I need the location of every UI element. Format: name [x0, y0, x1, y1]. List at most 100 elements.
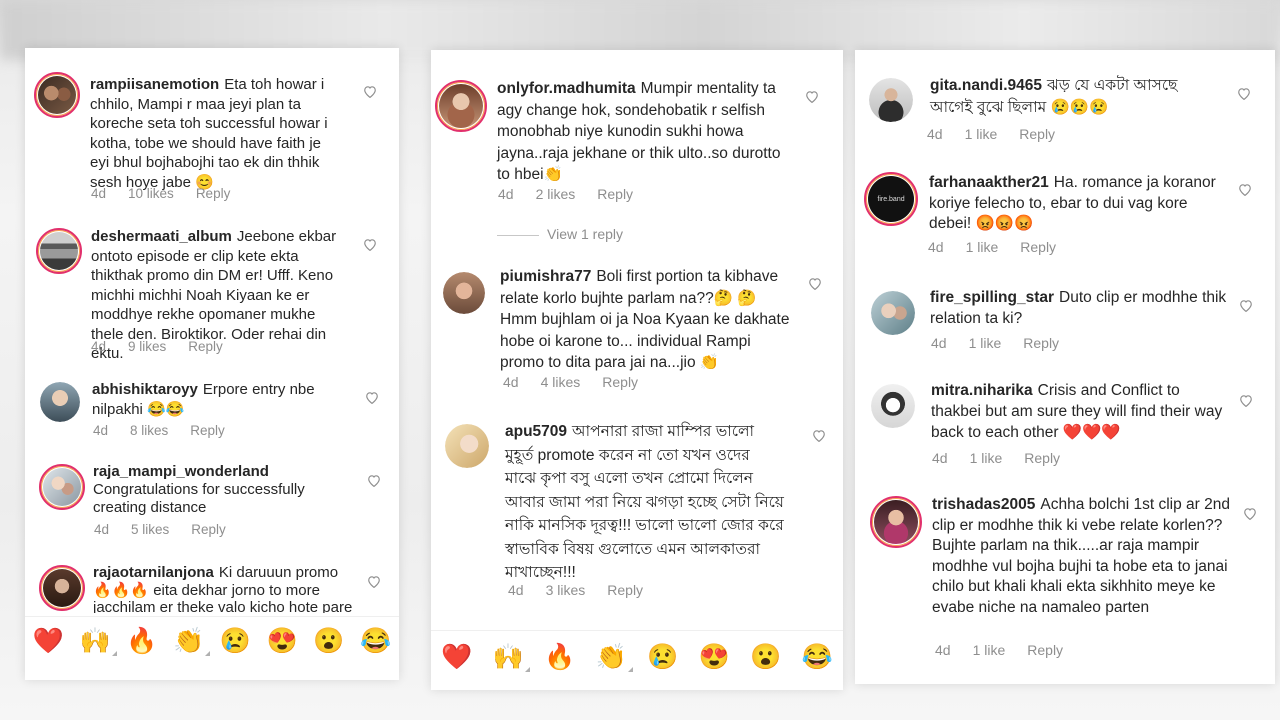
comment-text: Achha bolchi 1st clip ar 2nd clip er mod… — [932, 496, 1230, 616]
avatar[interactable] — [39, 464, 85, 510]
comment-username[interactable]: fire_spilling_star — [930, 289, 1054, 306]
comment-likes[interactable]: 1 like — [965, 126, 998, 142]
avatar[interactable] — [40, 382, 80, 422]
like-heart-icon[interactable] — [1239, 299, 1253, 312]
like-heart-icon[interactable] — [363, 238, 377, 251]
comment-item: fire_spilling_star Duto clip er modhhe th… — [855, 287, 1275, 357]
reply-button[interactable]: Reply — [1020, 239, 1056, 255]
comment-username[interactable]: piumishra77 — [500, 268, 591, 285]
comment-likes[interactable]: 1 like — [969, 335, 1002, 351]
comment-text-block: abhishiktaroyy Erpore entry nbe nilpakhi … — [92, 380, 356, 419]
crying-emoji-button[interactable]: 😢 — [647, 642, 678, 672]
comment-username[interactable]: onlyfor.madhumita — [497, 80, 636, 97]
heart-eyes-emoji-button[interactable]: 😍 — [267, 626, 298, 656]
comment-likes[interactable]: 1 like — [973, 642, 1006, 658]
like-heart-icon[interactable] — [805, 90, 819, 103]
like-heart-icon[interactable] — [367, 474, 381, 487]
comment-text-block: rajaotarnilanjona Ki daruuun promo 🔥🔥🔥 ei… — [93, 564, 355, 613]
heart-emoji-button[interactable]: ❤️ — [33, 626, 64, 656]
like-heart-icon[interactable] — [1243, 507, 1257, 520]
like-heart-icon[interactable] — [812, 429, 826, 442]
comment-time: 4d — [503, 374, 519, 390]
comment-time: 4d — [931, 335, 947, 351]
fire-emoji-button[interactable]: 🔥 — [126, 626, 157, 656]
comment-time: 4d — [94, 522, 110, 537]
like-heart-icon[interactable] — [1237, 87, 1251, 100]
comment-likes[interactable]: 2 likes — [536, 186, 576, 202]
reply-button[interactable]: Reply — [1023, 335, 1059, 351]
reply-button[interactable]: Reply — [597, 186, 633, 202]
comment-username[interactable]: deshermaati_album — [91, 228, 232, 245]
reply-button[interactable]: Reply — [196, 186, 231, 201]
like-heart-icon[interactable] — [367, 575, 381, 588]
avatar[interactable] — [869, 78, 913, 122]
reply-button[interactable]: Reply — [190, 423, 225, 438]
comment-time: 4d — [498, 186, 514, 202]
comment-username[interactable]: mitra.niharika — [931, 382, 1033, 399]
surprised-emoji-button[interactable]: 😮 — [313, 626, 344, 656]
surprised-emoji-button[interactable]: 😮 — [750, 642, 781, 672]
crying-emoji-button[interactable]: 😢 — [220, 626, 251, 656]
comment-username[interactable]: apu5709 — [505, 423, 567, 440]
fire-emoji-button[interactable]: 🔥 — [544, 642, 575, 672]
comment-username[interactable]: abhishiktaroyy — [92, 381, 198, 398]
avatar-badge-text: fire.band — [877, 195, 905, 203]
reply-button[interactable]: Reply — [607, 582, 643, 598]
heart-emoji-button[interactable]: ❤️ — [441, 642, 472, 672]
comment-likes[interactable]: 8 likes — [130, 423, 168, 438]
avatar[interactable] — [443, 272, 485, 314]
raised-hands-emoji-button[interactable]: 🙌 — [80, 626, 117, 656]
avatar[interactable] — [870, 496, 922, 548]
raised-hands-emoji-button[interactable]: 🙌 — [493, 642, 530, 672]
comment-likes[interactable]: 9 likes — [128, 339, 166, 354]
comment-text-block: trishadas2005 Achha bolchi 1st clip ar 2n… — [932, 495, 1232, 618]
comment-likes[interactable]: 4 likes — [541, 374, 581, 390]
avatar[interactable] — [871, 291, 915, 335]
like-heart-icon[interactable] — [1238, 183, 1252, 196]
comment-username[interactable]: farhanaakther21 — [929, 174, 1049, 191]
avatar[interactable] — [36, 228, 82, 274]
avatar-image — [439, 84, 483, 128]
view-replies-button[interactable]: View 1 reply — [497, 226, 623, 242]
comment-username[interactable]: gita.nandi.9465 — [930, 77, 1042, 94]
reply-button[interactable]: Reply — [1019, 126, 1055, 142]
clap-emoji-button[interactable]: 👏 — [596, 642, 633, 672]
clap-emoji-button[interactable]: 👏 — [173, 626, 211, 656]
reply-button[interactable]: Reply — [1027, 642, 1063, 658]
avatar[interactable] — [34, 72, 80, 118]
like-heart-icon[interactable] — [1239, 394, 1253, 407]
comment-item: trishadas2005 Achha bolchi 1st clip ar 2n… — [855, 494, 1275, 664]
comment-username[interactable]: trishadas2005 — [932, 496, 1035, 513]
comment-likes[interactable]: 1 like — [970, 450, 1003, 466]
comment-likes[interactable]: 10 likes — [128, 186, 174, 201]
avatar[interactable]: fire.band — [864, 172, 918, 226]
reply-button[interactable]: Reply — [1024, 450, 1060, 466]
like-heart-icon[interactable] — [808, 277, 822, 290]
laughing-emoji-button[interactable]: 😂 — [360, 626, 391, 656]
comment-text-block: rampiisanemotion Eta toh howar i chhilo, … — [90, 75, 340, 192]
reply-button[interactable]: Reply — [188, 339, 223, 354]
avatar[interactable] — [871, 384, 915, 428]
comment-likes[interactable]: 5 likes — [131, 522, 169, 537]
comment-text-block: mitra.niharika Crisis and Conflict to tha… — [931, 380, 1231, 443]
comment-item: apu5709 আপনারা রাজা মাম্পির ভালো মুহূর্ত … — [431, 420, 843, 610]
avatar[interactable] — [39, 565, 85, 611]
reply-button[interactable]: Reply — [602, 374, 638, 390]
like-heart-icon[interactable] — [365, 391, 379, 404]
comment-likes[interactable]: 1 like — [966, 239, 999, 255]
heart-eyes-emoji-button[interactable]: 😍 — [699, 642, 730, 672]
comment-likes[interactable]: 3 likes — [546, 582, 586, 598]
avatar[interactable] — [435, 80, 487, 132]
comment-username[interactable]: rajaotarnilanjona — [93, 564, 214, 581]
comments-panel-left: rampiisanemotion Eta toh howar i chhilo, … — [25, 48, 399, 680]
avatar-image — [871, 291, 915, 335]
comment-text: Congratulations for successfully creatin… — [93, 481, 305, 516]
comment-username[interactable]: rampiisanemotion — [90, 76, 219, 93]
comment-username[interactable]: raja_mampi_wonderland — [93, 463, 269, 480]
comment-meta: 4d 1 like Reply — [928, 239, 1078, 255]
comment-meta: 4d 1 like Reply — [931, 335, 1081, 351]
reply-button[interactable]: Reply — [191, 522, 226, 537]
avatar[interactable] — [445, 424, 489, 468]
like-heart-icon[interactable] — [363, 85, 377, 98]
laughing-emoji-button[interactable]: 😂 — [802, 642, 833, 672]
